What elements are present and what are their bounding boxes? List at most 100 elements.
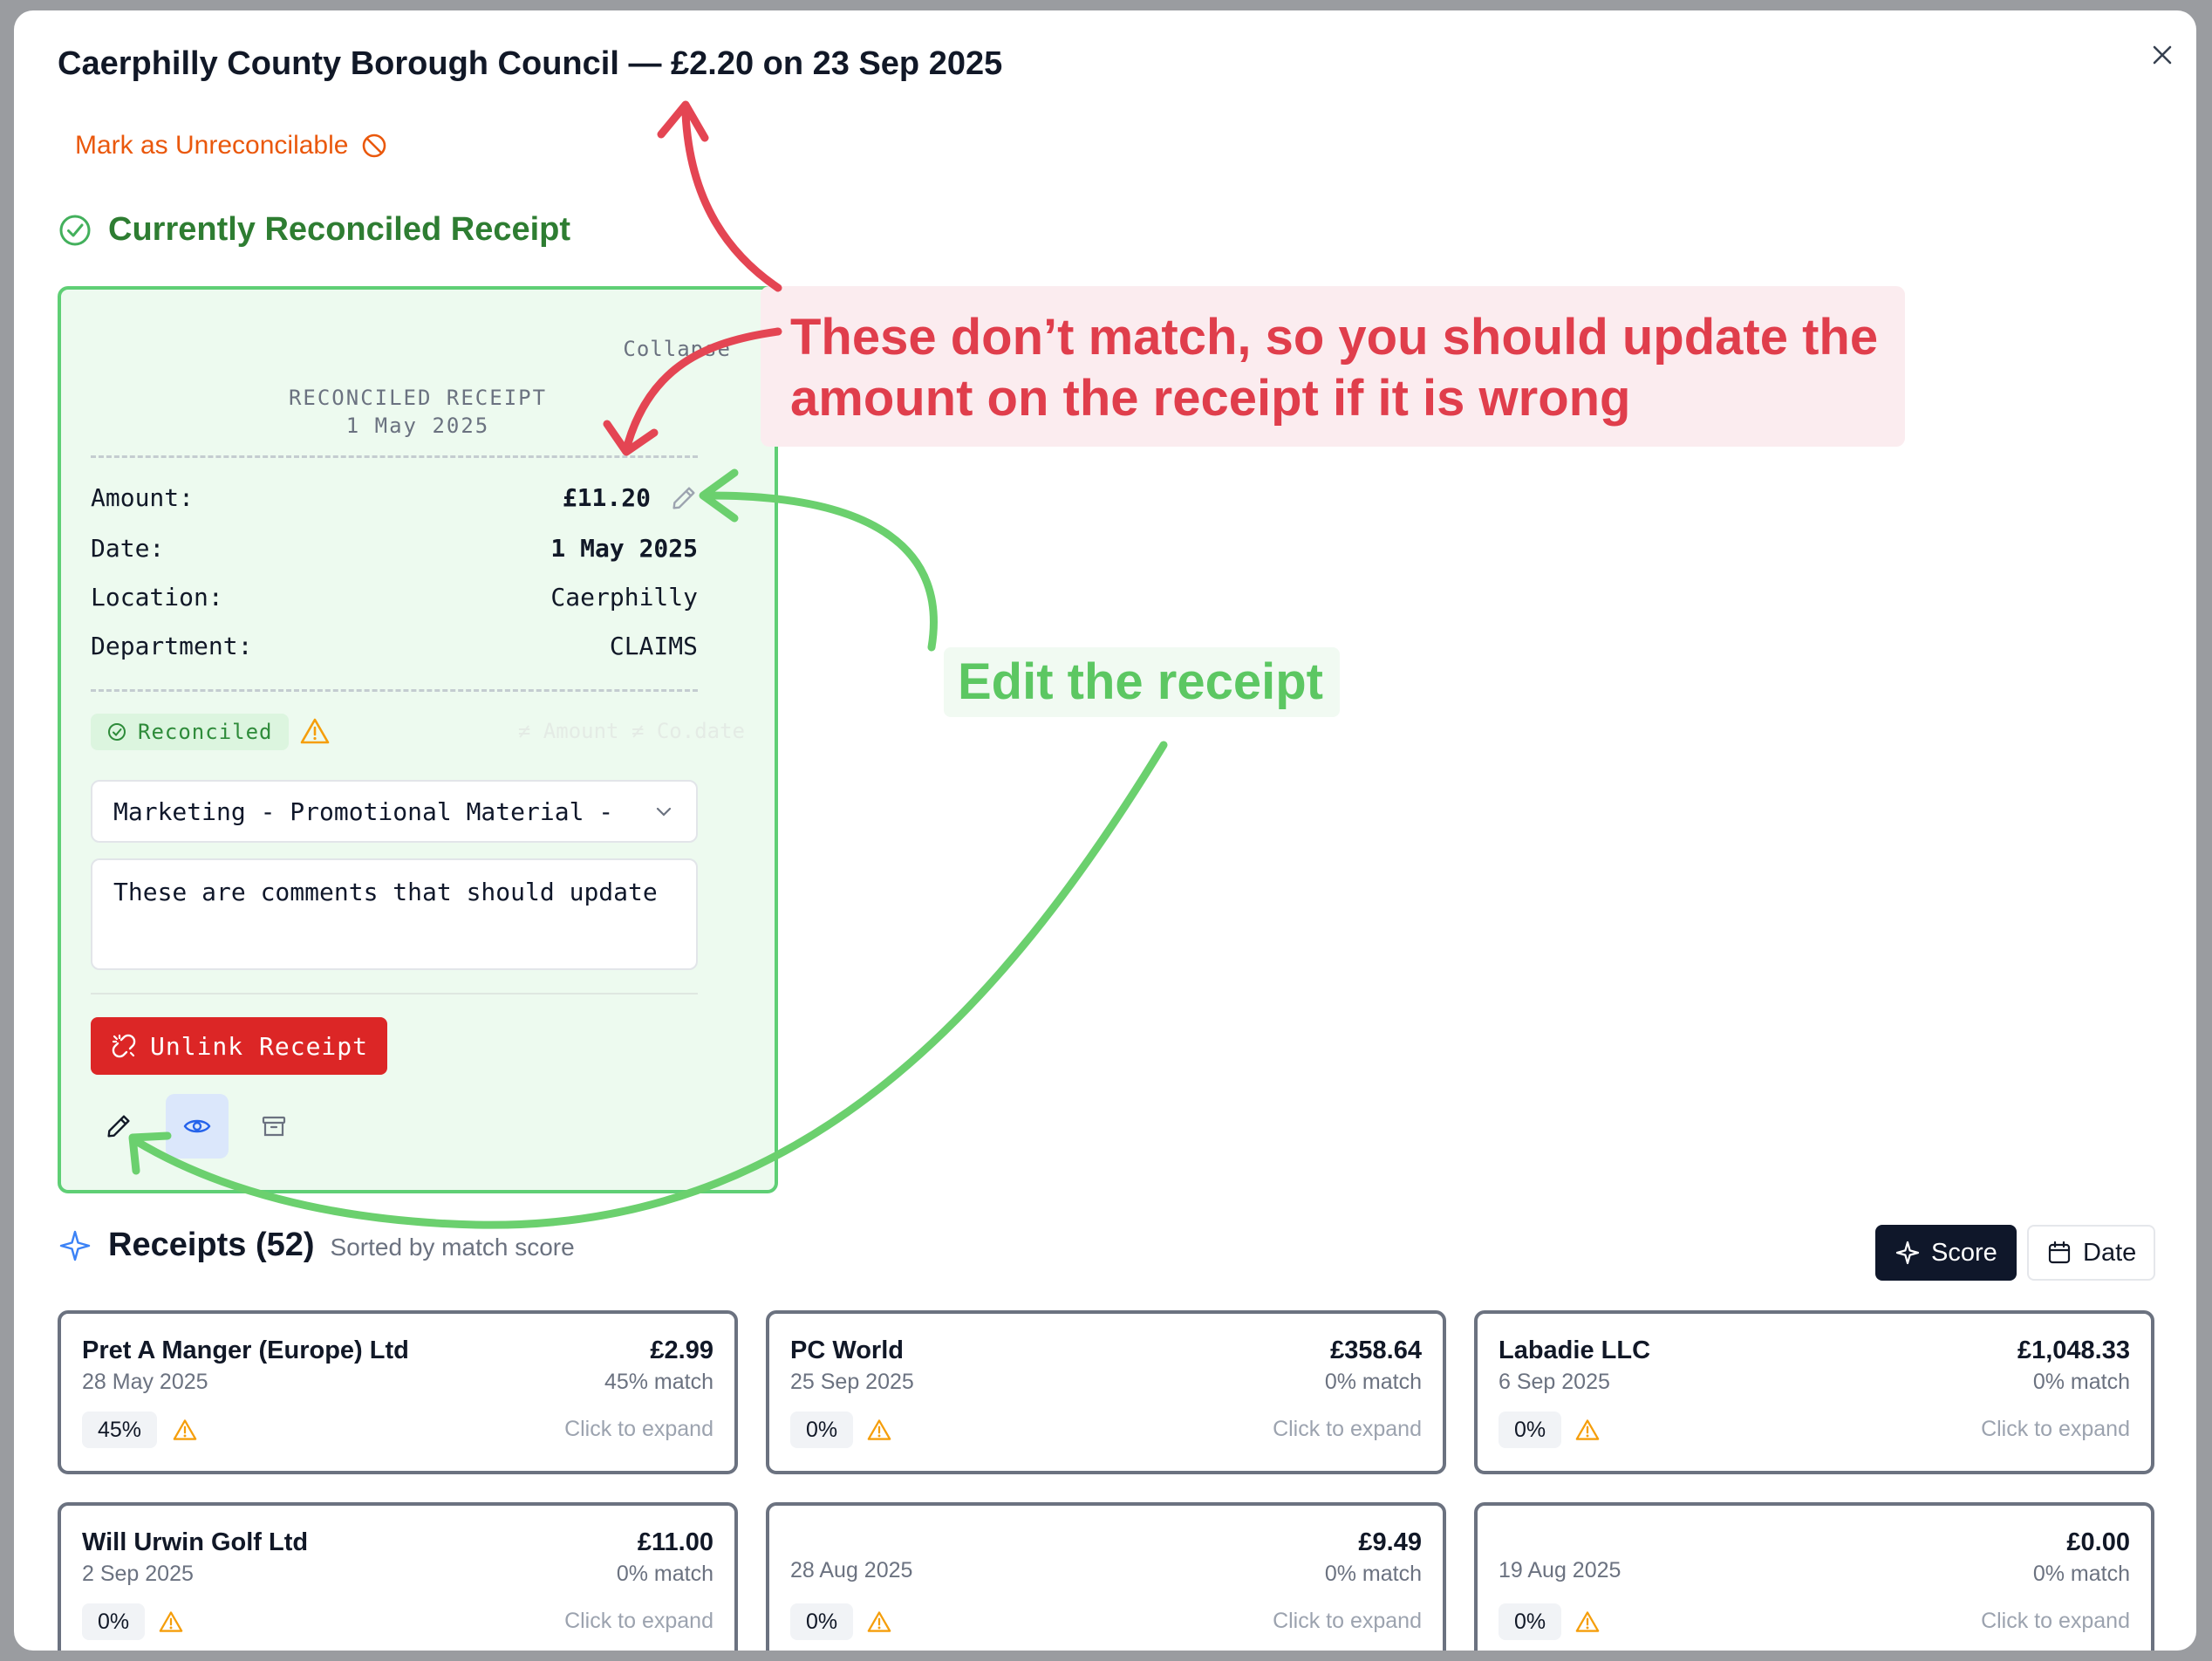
- close-button[interactable]: [2140, 33, 2184, 77]
- expand-hint: Click to expand: [564, 1609, 713, 1633]
- receipt-date: 6 Sep 2025: [1499, 1370, 1610, 1394]
- receipt-date: 28 May 2025: [82, 1370, 208, 1394]
- amount-label: Amount:: [91, 483, 195, 512]
- divider: [91, 689, 698, 692]
- red-arrow-to-title: [681, 109, 782, 292]
- receipt-match: 0% match: [1324, 1370, 1422, 1394]
- date-value: 1 May 2025: [550, 534, 698, 563]
- alert-triangle-icon: [159, 1611, 183, 1632]
- calendar-icon: [2048, 1241, 2071, 1264]
- alert-triangle-icon: [173, 1419, 197, 1440]
- amount-value: £11.20: [562, 483, 651, 512]
- match-badge: 0%: [790, 1412, 854, 1448]
- divider: [91, 993, 698, 995]
- edit-receipt-button[interactable]: [87, 1094, 150, 1159]
- divider: [91, 455, 698, 458]
- receipt-amount: £358.64: [1330, 1336, 1422, 1364]
- mark-unreconcilable-label: Mark as Unreconcilable: [75, 131, 349, 160]
- sparkle-icon: [59, 1230, 91, 1261]
- receipt-amount: £9.49: [1358, 1528, 1422, 1556]
- annotation-text-red: These don’t match, so you should update …: [790, 307, 1878, 429]
- comments-field[interactable]: These are comments that should update: [91, 858, 698, 970]
- check-circle-icon: [108, 723, 126, 741]
- receipt-amount: £2.99: [650, 1336, 713, 1364]
- unlink-receipt-label: Unlink Receipt: [150, 1031, 369, 1061]
- collapse-link[interactable]: Collapse: [623, 337, 731, 361]
- annotation-text-green: Edit the receipt: [958, 653, 1323, 710]
- receipt-date: 2 Sep 2025: [82, 1562, 194, 1586]
- mark-unreconcilable-button[interactable]: Mark as Unreconcilable: [75, 131, 388, 161]
- ban-icon: [363, 133, 386, 158]
- annotation-red-line2: amount on the receipt if it is wrong: [790, 370, 1631, 427]
- match-badge: 45%: [82, 1412, 158, 1448]
- modal-title: Caerphilly County Borough Council — £2.2…: [58, 45, 1003, 82]
- match-badge: 0%: [82, 1603, 146, 1640]
- match-badge: 0%: [1499, 1603, 1562, 1640]
- red-arrow-head-title: [657, 100, 709, 142]
- eye-icon: [183, 1119, 211, 1133]
- location-row: Location: Caerphilly: [91, 583, 698, 612]
- alert-triangle-icon: [867, 1419, 891, 1440]
- expand-hint: Click to expand: [1981, 1609, 2130, 1633]
- receipt-match: 0% match: [2032, 1370, 2130, 1394]
- chevron-down-icon: [656, 807, 672, 817]
- sort-date-label: Date: [2083, 1238, 2137, 1267]
- receipt-vendor: PC World: [790, 1336, 904, 1364]
- sort-score-button[interactable]: Score: [1875, 1225, 2017, 1281]
- expand-hint: Click to expand: [564, 1417, 713, 1441]
- pencil-icon: [107, 1115, 130, 1138]
- receipt-vendor: Labadie LLC: [1499, 1336, 1651, 1364]
- receipt-card[interactable]: Labadie LLC £1,048.33 6 Sep 2025 0% matc…: [1474, 1310, 2154, 1474]
- receipt-header-date: 1 May 2025: [345, 414, 490, 438]
- status-badge: Reconciled: [91, 714, 289, 750]
- sort-date-button[interactable]: Date: [2027, 1225, 2156, 1281]
- receipt-date: 28 Aug 2025: [790, 1558, 913, 1582]
- receipt-match: 45% match: [604, 1370, 713, 1394]
- current-receipt-heading: Currently Reconciled Receipt: [58, 211, 570, 249]
- category-select[interactable]: Marketing - Promotional Material -: [91, 780, 698, 843]
- current-receipt-heading-text: Currently Reconciled Receipt: [108, 211, 571, 248]
- receipt-card[interactable]: Pret A Manger (Europe) Ltd £2.99 28 May …: [58, 1310, 738, 1474]
- department-row: Department: CLAIMS: [91, 632, 698, 660]
- receipt-vendor: Pret A Manger (Europe) Ltd: [82, 1336, 409, 1364]
- alert-triangle-icon: [300, 718, 330, 744]
- receipt-card[interactable]: Will Urwin Golf Ltd £11.00 2 Sep 2025 0%…: [58, 1502, 738, 1651]
- match-badge: 0%: [1499, 1412, 1562, 1448]
- receipt-match: 0% match: [2032, 1562, 2130, 1586]
- receipt-date: 25 Sep 2025: [790, 1370, 914, 1394]
- reconcile-modal: Caerphilly County Borough Council — £2.2…: [14, 10, 2196, 1651]
- expand-hint: Click to expand: [1981, 1417, 2130, 1441]
- close-icon: [2153, 45, 2172, 65]
- receipt-card[interactable]: 19 Aug 2025 £0.00 0% match 0% Click to e…: [1474, 1502, 2154, 1651]
- unlink-receipt-button[interactable]: Unlink Receipt: [91, 1017, 388, 1075]
- expand-hint: Click to expand: [1273, 1417, 1422, 1441]
- sparkle-icon: [1895, 1241, 1920, 1265]
- date-row: Date: 1 May 2025: [91, 534, 698, 563]
- department-value: CLAIMS: [609, 632, 698, 660]
- date-label: Date:: [91, 534, 165, 563]
- receipt-amount: £1,048.33: [2017, 1336, 2130, 1364]
- location-value: Caerphilly: [550, 583, 698, 612]
- receipt-amount: £11.00: [637, 1528, 713, 1556]
- pencil-icon[interactable]: [670, 484, 698, 512]
- department-label: Department:: [91, 632, 253, 660]
- receipts-title: Receipts (52): [108, 1227, 315, 1263]
- reconciled-receipt-card: Collapse RECONCILED RECEIPT 1 May 2025 A…: [58, 286, 778, 1193]
- location-label: Location:: [91, 583, 223, 612]
- mismatch-hint: ≠ Amount ≠ Co.date: [517, 719, 745, 743]
- receipt-amount: £0.00: [2066, 1528, 2130, 1556]
- alert-triangle-icon: [867, 1611, 891, 1632]
- alert-triangle-icon: [1575, 1419, 1600, 1440]
- category-select-value: Marketing - Promotional Material -: [113, 796, 614, 826]
- sort-score-label: Score: [1931, 1238, 1997, 1267]
- receipt-card[interactable]: 28 Aug 2025 £9.49 0% match 0% Click to e…: [766, 1502, 1446, 1651]
- alert-triangle-icon: [1575, 1611, 1600, 1632]
- receipts-subtitle: Sorted by match score: [330, 1234, 575, 1261]
- receipt-match: 0% match: [616, 1562, 713, 1586]
- view-receipt-button[interactable]: [166, 1094, 229, 1159]
- archive-receipt-button[interactable]: [242, 1094, 305, 1159]
- check-circle-icon: [59, 215, 91, 245]
- unlink-icon: [112, 1034, 136, 1058]
- receipt-card[interactable]: PC World £358.64 25 Sep 2025 0% match 0%…: [766, 1310, 1446, 1474]
- expand-hint: Click to expand: [1273, 1609, 1422, 1633]
